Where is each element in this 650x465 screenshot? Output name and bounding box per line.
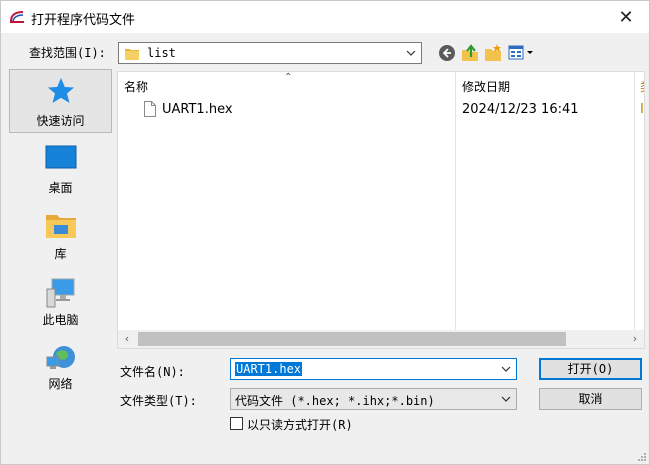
place-label: 桌面 <box>48 181 73 195</box>
file-name: UART1.hex <box>162 102 233 117</box>
place-libraries[interactable]: 库 <box>9 211 112 262</box>
place-label: 库 <box>54 247 67 261</box>
places-bar: 快速访问 桌面 库 此电脑 网络 <box>9 69 112 431</box>
horizontal-scrollbar[interactable]: ‹ › <box>118 330 644 348</box>
readonly-checkbox[interactable] <box>230 417 243 430</box>
close-button[interactable]: ✕ <box>603 1 649 33</box>
scrollbar-thumb[interactable] <box>138 332 566 346</box>
place-label: 此电脑 <box>42 313 79 327</box>
place-this-pc[interactable]: 此电脑 <box>9 277 112 328</box>
chevron-down-icon <box>501 396 511 402</box>
column-separator <box>455 72 456 330</box>
chevron-down-icon <box>406 50 416 56</box>
open-button[interactable]: 打开(O) <box>539 358 642 380</box>
look-in-value: list <box>147 46 176 60</box>
new-folder-icon[interactable] <box>483 43 503 63</box>
file-name-label: 文件名(N): <box>120 365 185 379</box>
library-icon <box>45 215 76 238</box>
sort-up-icon: ⌃ <box>284 72 293 83</box>
place-quick-access[interactable]: 快速访问 <box>9 69 112 133</box>
place-network[interactable]: 网络 <box>9 343 112 392</box>
cancel-button[interactable]: 取消 <box>539 388 642 410</box>
place-label: 网络 <box>48 377 73 391</box>
back-icon[interactable] <box>437 43 457 63</box>
file-name-input[interactable]: UART1.hex <box>230 358 517 380</box>
file-type-label: 文件类型(T): <box>120 394 197 408</box>
desktop-icon <box>45 145 76 169</box>
scroll-right-icon[interactable]: › <box>626 330 644 348</box>
network-icon <box>46 346 75 369</box>
view-menu-icon[interactable] <box>507 43 537 63</box>
resize-grip-icon[interactable] <box>637 452 647 462</box>
folder-icon <box>125 49 139 60</box>
file-icon <box>144 101 156 117</box>
file-date: 2024/12/23 16:41 <box>462 102 579 117</box>
computer-icon <box>46 278 74 308</box>
readonly-checkbox-label[interactable]: 以只读方式打开(R) <box>247 416 353 433</box>
file-type-value: 代码文件 (*.hex; *.ihx;*.bin) <box>235 394 435 408</box>
column-header-date[interactable]: 修改日期 <box>456 72 634 98</box>
look-in-label: 查找范围(I): <box>29 46 106 60</box>
file-list[interactable]: 名称 ⌃ 修改日期 类 UART1.hex 2024/12/23 16:41 I… <box>117 71 645 349</box>
file-name-value: UART1.hex <box>235 362 303 376</box>
place-label: 快速访问 <box>36 114 85 128</box>
app-icon <box>9 10 25 24</box>
window-title: 打开程序代码文件 <box>31 13 136 28</box>
look-in-combo[interactable]: list <box>118 42 422 64</box>
chevron-down-icon <box>501 366 511 372</box>
star-icon <box>47 78 74 103</box>
scroll-left-icon[interactable]: ‹ <box>118 330 136 348</box>
up-folder-icon[interactable] <box>460 43 480 63</box>
file-type-fragment: I <box>640 102 644 117</box>
place-desktop[interactable]: 桌面 <box>9 145 112 196</box>
file-type-select[interactable]: 代码文件 (*.hex; *.ihx;*.bin) <box>230 388 517 410</box>
open-file-dialog: 打开程序代码文件 ✕ 查找范围(I): list 快速访问 桌面 库 此电脑 网… <box>0 0 650 465</box>
close-icon: ✕ <box>618 6 634 28</box>
title-bar: 打开程序代码文件 ✕ <box>1 1 649 33</box>
column-separator <box>634 72 635 330</box>
column-header-type[interactable]: 类 <box>634 72 644 98</box>
